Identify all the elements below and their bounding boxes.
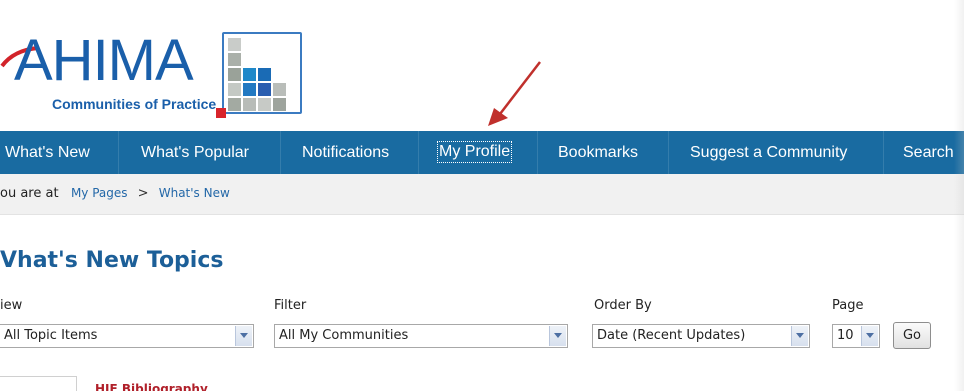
- ahima-logo[interactable]: AHIMA Communities of Practice: [0, 24, 310, 118]
- breadcrumb-separator: >: [137, 186, 149, 201]
- breadcrumb: ou are at My Pages > What's New: [0, 186, 230, 201]
- order-by-select[interactable]: Date (Recent Updates): [592, 324, 810, 348]
- breadcrumb-my-pages[interactable]: My Pages: [71, 186, 128, 200]
- nav-bookmarks[interactable]: Bookmarks: [558, 131, 638, 174]
- filter-select[interactable]: All My Communities: [274, 324, 568, 348]
- page-title: Vhat's New Topics: [0, 248, 224, 273]
- page: AHIMA Communities of Practice What's New…: [0, 0, 964, 391]
- view-label: iew: [0, 298, 23, 313]
- filter-label: Filter: [274, 298, 307, 313]
- nav-my-profile[interactable]: My Profile: [437, 141, 513, 163]
- nav-divider: [537, 131, 538, 174]
- view-select[interactable]: All Topic Items: [0, 324, 254, 348]
- nav-divider: [118, 131, 119, 174]
- page-label: Page: [832, 298, 864, 313]
- page-edge-shadow: [954, 0, 964, 391]
- logo-squares-icon: [216, 32, 302, 118]
- annotation-arrow-icon: [488, 61, 541, 126]
- go-button[interactable]: Go: [893, 322, 931, 349]
- nav-suggest-community[interactable]: Suggest a Community: [690, 131, 847, 174]
- nav-whats-popular[interactable]: What's Popular: [141, 131, 249, 174]
- order-by-label: Order By: [594, 298, 652, 313]
- logo-subtitle: Communities of Practice: [52, 96, 217, 112]
- filter-select-value: All My Communities: [279, 328, 409, 343]
- breadcrumb-whats-new[interactable]: What's New: [159, 186, 230, 200]
- chevron-down-icon[interactable]: [861, 326, 878, 346]
- nav-divider: [280, 131, 281, 174]
- nav-notifications[interactable]: Notifications: [302, 131, 389, 174]
- topic-link[interactable]: HIE Bibliography: [95, 382, 208, 391]
- nav-divider: [668, 131, 669, 174]
- nav-divider: [418, 131, 419, 174]
- page-size-value: 10: [837, 328, 854, 343]
- nav-search[interactable]: Search: [903, 131, 954, 174]
- chevron-down-icon[interactable]: [791, 326, 808, 346]
- chevron-down-icon[interactable]: [235, 326, 252, 346]
- item-thumbnail: [0, 376, 77, 391]
- page-size-select[interactable]: 10: [832, 324, 880, 348]
- breadcrumb-prefix: ou are at: [0, 186, 59, 201]
- breadcrumb-bar: ou are at My Pages > What's New: [0, 174, 964, 215]
- nav-divider: [883, 131, 884, 174]
- chevron-down-icon[interactable]: [549, 326, 566, 346]
- main-nav: What's New What's Popular Notifications …: [0, 131, 964, 174]
- order-by-select-value: Date (Recent Updates): [597, 328, 746, 343]
- nav-whats-new[interactable]: What's New: [5, 131, 90, 174]
- view-select-value: All Topic Items: [4, 328, 98, 343]
- logo-wordmark: AHIMA: [14, 28, 194, 93]
